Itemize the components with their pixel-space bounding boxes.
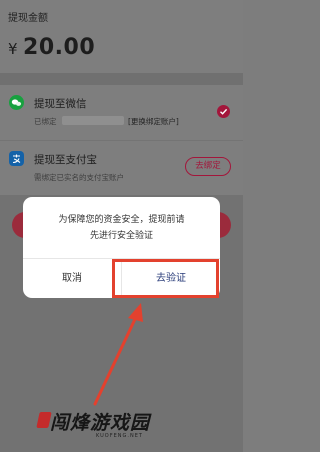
wechat-icon bbox=[9, 95, 24, 110]
verify-highlight-box bbox=[112, 259, 219, 298]
cancel-button[interactable]: 取消 bbox=[23, 259, 121, 298]
method-wechat[interactable]: 提现至微信 已绑定 [更换绑定账户] bbox=[0, 85, 243, 140]
amount-label: 提现金额 bbox=[8, 13, 48, 24]
amount-value: 20.00 bbox=[23, 35, 96, 60]
amount-value-row: ¥20.00 bbox=[8, 35, 95, 60]
wechat-bound-label: 已绑定 bbox=[34, 117, 57, 126]
currency-symbol: ¥ bbox=[8, 40, 19, 58]
selected-check-icon bbox=[217, 105, 230, 118]
section-gap bbox=[0, 73, 243, 85]
alipay-icon bbox=[9, 151, 24, 166]
watermark-logo: 闯烽游戏园 KUOFENG.NET bbox=[36, 408, 208, 444]
dialog-message: 为保障您的资金安全，提现前请 先进行安全验证 bbox=[23, 212, 220, 244]
watermark-url: KUOFENG.NET bbox=[96, 433, 143, 439]
alipay-title: 提现至支付宝 bbox=[34, 154, 97, 166]
dialog-message-line2: 先进行安全验证 bbox=[89, 231, 153, 241]
withdraw-methods: 提现至微信 已绑定 [更换绑定账户] 提现至支付宝 需绑定已实名的支付宝账户 去… bbox=[0, 85, 243, 195]
wechat-title: 提现至微信 bbox=[34, 98, 87, 110]
bind-alipay-button[interactable]: 去绑定 bbox=[185, 157, 231, 176]
amount-card: 提现金额 ¥20.00 bbox=[0, 0, 243, 73]
dialog-message-line1: 为保障您的资金安全，提现前请 bbox=[58, 215, 185, 225]
watermark-text: 闯烽游戏园 bbox=[50, 412, 151, 434]
masked-account-name bbox=[62, 116, 124, 125]
method-alipay[interactable]: 提现至支付宝 需绑定已实名的支付宝账户 去绑定 bbox=[0, 140, 243, 195]
change-account-link[interactable]: [更换绑定账户] bbox=[128, 116, 179, 127]
alipay-subtitle: 需绑定已实名的支付宝账户 bbox=[34, 173, 124, 182]
